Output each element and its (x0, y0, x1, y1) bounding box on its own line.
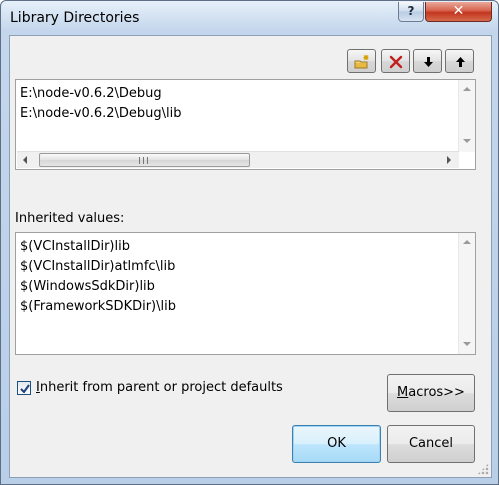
move-down-button[interactable] (413, 49, 442, 73)
scroll-left-arrow-icon[interactable] (23, 156, 27, 164)
inherited-values-list[interactable]: $(VCInstallDir)lib $(VCInstallDir)atlmfc… (15, 232, 476, 355)
scroll-up-arrow-icon[interactable] (463, 240, 471, 244)
delete-button[interactable] (381, 49, 410, 73)
scroll-right-arrow-icon[interactable] (447, 156, 451, 164)
inherited-vertical-scrollbar[interactable] (458, 233, 475, 354)
dialog-window: Library Directories ? ✕ E:\node-v0.6.2\D… (0, 0, 499, 485)
inherit-checkbox-label[interactable]: Inherit from parent or project defaults (36, 380, 283, 395)
macros-button[interactable]: Macros>> (387, 374, 475, 412)
directories-horizontal-scrollbar[interactable] (17, 151, 459, 168)
scroll-up-arrow-icon[interactable] (463, 87, 471, 91)
title-bar[interactable]: Library Directories ? ✕ (1, 1, 498, 35)
dialog-title: Library Directories (10, 10, 140, 26)
new-line-icon (354, 55, 369, 69)
directories-vertical-scrollbar[interactable] (458, 80, 475, 152)
scroll-down-arrow-icon[interactable] (463, 139, 471, 143)
macros-mnemonic: M (397, 385, 409, 400)
directories-list[interactable]: E:\node-v0.6.2\Debug E:\node-v0.6.2\Debu… (15, 79, 476, 170)
cancel-button[interactable]: Cancel (387, 425, 475, 463)
checkmark-icon (20, 384, 30, 394)
inherited-item: $(VCInstallDir)atlmfc\lib (20, 259, 176, 274)
new-line-button[interactable] (347, 49, 376, 73)
macros-label: acros>> (408, 385, 465, 400)
delete-icon (389, 55, 403, 69)
close-button[interactable]: ✕ (425, 2, 492, 22)
inherited-item: $(FrameworkSDKDir)\lib (20, 299, 176, 314)
move-up-icon (456, 57, 465, 67)
directory-item[interactable]: E:\node-v0.6.2\Debug\lib (20, 106, 182, 121)
inherited-values-label: Inherited values: (15, 211, 125, 226)
inherited-item: $(VCInstallDir)lib (20, 239, 130, 254)
move-down-icon (424, 57, 433, 67)
horizontal-scroll-thumb[interactable] (39, 153, 250, 167)
directory-item[interactable]: E:\node-v0.6.2\Debug (20, 86, 162, 101)
ok-button[interactable]: OK (292, 425, 381, 463)
inherit-checkbox[interactable] (17, 381, 31, 395)
move-up-button[interactable] (445, 49, 474, 73)
dialog-client-area: E:\node-v0.6.2\Debug E:\node-v0.6.2\Debu… (9, 35, 492, 478)
help-button[interactable]: ? (398, 2, 424, 22)
scroll-down-arrow-icon[interactable] (463, 342, 471, 346)
scroll-grip-icon (139, 157, 148, 164)
inherit-label-text: nherit from parent or project defaults (39, 380, 283, 395)
inherited-item: $(WindowsSdkDir)lib (20, 279, 155, 294)
resize-grip-icon[interactable] (477, 463, 489, 475)
